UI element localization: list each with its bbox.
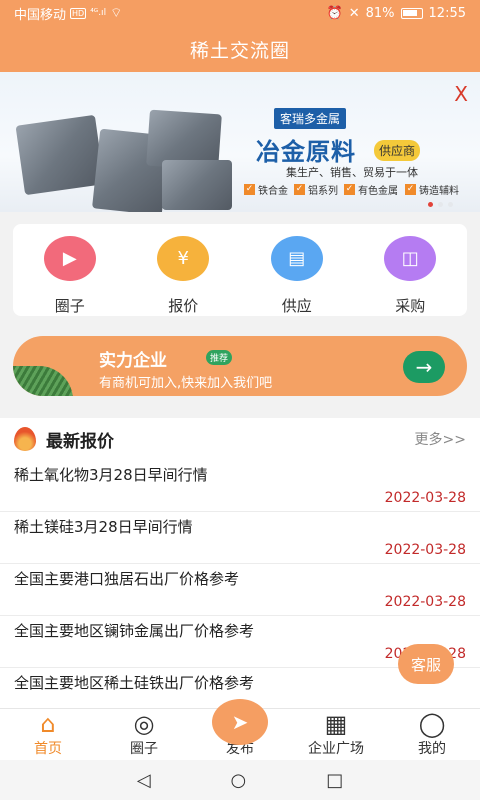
news-header: 最新报价 更多>> <box>0 418 480 460</box>
tab-label: 圈子 <box>130 741 158 757</box>
news-title: 稀土镁硅3月28日早间行情 <box>14 518 193 536</box>
tab-circle[interactable]: ◎ 圈子 <box>96 709 192 760</box>
news-row[interactable]: 稀土镁硅3月28日早间行情 2022-03-28 <box>0 512 480 564</box>
check-icon: ✓ <box>244 184 255 195</box>
ad-banner[interactable]: X 客瑞多金属 冶金原料 供应商 集生产、销售、贸易于一体 ✓ 铁合金 ✓ 铝系列 … <box>0 72 480 212</box>
news-title: 全国主要地区稀土硅铁出厂价格参考 <box>14 674 255 692</box>
circle-icon: ◎ <box>133 710 155 738</box>
news-date: 2022-03-28 <box>384 594 466 610</box>
tab-mine[interactable]: ◯ 我的 <box>384 709 480 760</box>
mute-icon: ✕ <box>348 5 360 21</box>
quick-links: ▶ 圈子 ¥ 报价 ▤ 供应 ◫ 采购 <box>13 224 467 316</box>
system-nav-bar: ◁ ○ □ <box>0 760 480 800</box>
supplier-badge: 供应商 <box>374 140 421 161</box>
quicklink-label: 圈子 <box>54 297 85 315</box>
feature-item: ✓ 铸造辅料 <box>405 184 459 197</box>
more-link[interactable]: 更多>> <box>415 429 466 449</box>
tab-publish[interactable]: ➤ 发布 <box>192 699 288 760</box>
status-bar: 中国移动 HD ⁴ᴳ.ıl ⌔ ⏰ ✕ 81% 12:55 <box>0 0 480 26</box>
alarm-icon: ⏰ <box>326 5 343 21</box>
check-icon: ✓ <box>405 184 416 195</box>
tab-home[interactable]: ⌂ 首页 <box>0 709 96 760</box>
carrier-label: 中国移动 <box>14 7 67 23</box>
carousel-dot[interactable] <box>428 202 433 207</box>
clock: 12:55 <box>428 5 466 21</box>
banner-subline: 集生产、销售、贸易于一体 <box>286 166 418 179</box>
signal-icon: ⁴ᴳ.ıl <box>90 8 107 18</box>
back-icon[interactable]: ◁ <box>137 770 151 791</box>
banner-headline: 冶金原料 <box>256 138 356 166</box>
quicklink-purchase[interactable]: ◫ 采购 <box>354 224 468 316</box>
news-row[interactable]: 全国主要港口独居石出厂价格参考 2022-03-28 <box>0 564 480 616</box>
ore-image <box>15 114 105 196</box>
send-icon[interactable]: ➤ <box>212 699 268 745</box>
tab-bar: ⌂ 首页 ◎ 圈子 ➤ 发布 ▦ 企业广场 ◯ 我的 <box>0 699 480 760</box>
feature-item: ✓ 有色金属 <box>344 184 398 197</box>
tab-label: 我的 <box>418 741 446 757</box>
app-title: 稀土交流圈 <box>0 26 480 72</box>
customer-service-button[interactable]: 客服 <box>398 644 454 684</box>
quicklink-label: 供应 <box>281 297 312 315</box>
news-date: 2022-03-28 <box>384 490 466 506</box>
home-icon: ⌂ <box>40 710 56 738</box>
recent-apps-icon[interactable]: □ <box>326 770 343 791</box>
store-icon: ▤ <box>270 236 323 281</box>
news-date: 2022-03-28 <box>384 542 466 558</box>
flame-icon <box>14 427 36 451</box>
news-title: 稀土氧化物3月28日早间行情 <box>14 466 208 484</box>
ore-image <box>162 160 232 210</box>
battery-icon <box>400 7 423 19</box>
news-title: 全国主要港口独居石出厂价格参考 <box>14 570 240 588</box>
news-title: 全国主要地区镧铈金属出厂价格参考 <box>14 622 255 640</box>
carousel-dot[interactable] <box>438 202 443 207</box>
leaf-decoration <box>13 366 73 396</box>
quicklink-circle[interactable]: ▶ 圈子 <box>13 224 127 316</box>
carousel-dot[interactable] <box>448 202 453 207</box>
promo-banner[interactable]: 实力企业 推荐 有商机可加入,快来加入我们吧 → <box>13 336 467 396</box>
close-icon[interactable]: X <box>454 82 468 106</box>
promo-badge: 推荐 <box>206 350 233 365</box>
quicklink-supply[interactable]: ▤ 供应 <box>240 224 354 316</box>
home-nav-icon[interactable]: ○ <box>231 770 247 791</box>
check-icon: ✓ <box>344 184 355 195</box>
hd-badge: HD <box>70 7 87 19</box>
arrow-right-icon[interactable]: → <box>403 351 445 383</box>
circle-icon: ▶ <box>43 236 96 281</box>
quicklink-label: 报价 <box>168 297 199 315</box>
battery-percent: 81% <box>365 5 395 21</box>
bag-icon: ◫ <box>384 236 437 281</box>
tab-label: 企业广场 <box>308 741 364 757</box>
check-icon: ✓ <box>294 184 305 195</box>
quicklink-label: 采购 <box>395 297 426 315</box>
promo-desc: 有商机可加入,快来加入我们吧 <box>99 376 273 391</box>
tab-enterprise[interactable]: ▦ 企业广场 <box>288 709 384 760</box>
tab-label: 首页 <box>34 741 62 757</box>
quicklink-quote[interactable]: ¥ 报价 <box>127 224 241 316</box>
building-icon: ▦ <box>324 710 348 738</box>
news-heading: 最新报价 <box>46 431 114 452</box>
quote-icon: ¥ <box>157 236 210 281</box>
promo-title: 实力企业 <box>99 351 167 371</box>
feature-item: ✓ 铁合金 <box>244 184 288 197</box>
user-icon: ◯ <box>418 710 446 738</box>
news-row[interactable]: 稀土氧化物3月28日早间行情 2022-03-28 <box>0 460 480 512</box>
wifi-icon: ⌔ <box>110 6 123 21</box>
banner-tag: 客瑞多金属 <box>274 108 347 129</box>
carousel-dots[interactable] <box>428 202 453 207</box>
feature-item: ✓ 铝系列 <box>294 184 338 197</box>
